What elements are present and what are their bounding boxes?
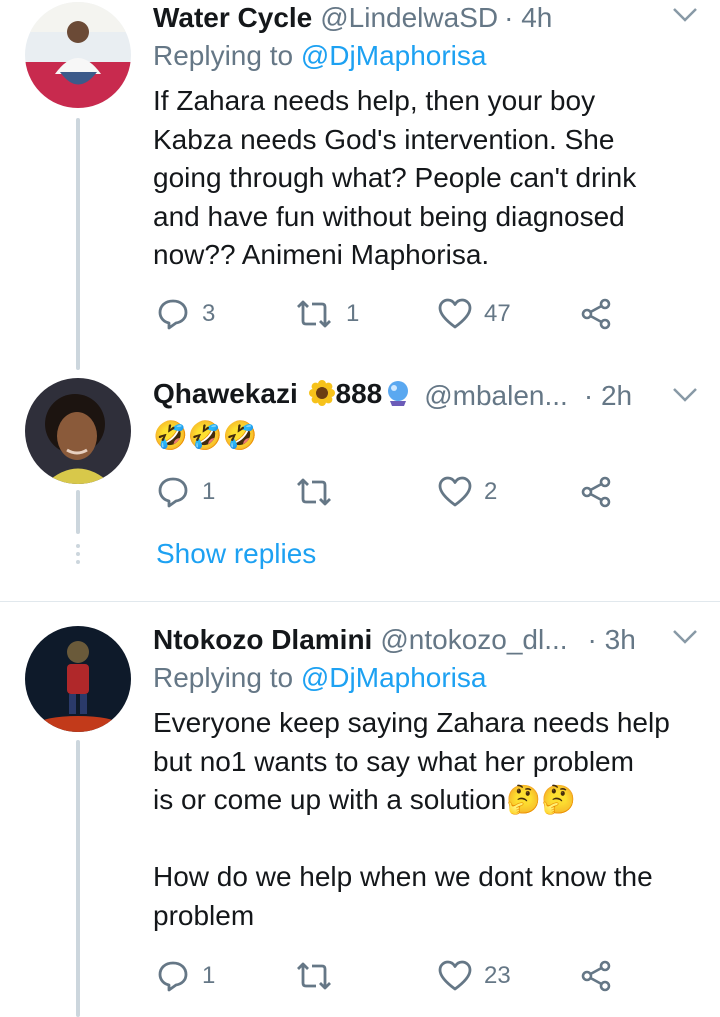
retweet-button[interactable]: 1 [294,294,359,334]
like-count: 2 [484,478,498,505]
share-button[interactable] [580,294,612,334]
display-name-text: Qhawekazi [153,378,298,410]
reply-icon [158,477,188,508]
tweet-text: If Zahara needs help, then your boy Kabz… [153,85,637,270]
divider [0,601,720,602]
retweet-icon [297,300,331,328]
share-icon [581,476,611,508]
sunflower-icon [308,379,336,414]
reply-count: 1 [202,962,216,989]
chevron-down-icon[interactable] [672,386,698,409]
share-button[interactable] [580,956,612,996]
thread-dots [76,544,80,568]
heart-icon [438,298,472,329]
tweet-text: Everyone keep saying Zahara needs help b… [153,707,670,931]
thread-line [76,118,80,370]
tweet[interactable]: Water Cycle @LindelwaSD · 4h Replying to… [0,0,720,370]
thread-line [76,490,80,534]
retweet-icon [297,962,331,990]
tweet-text: 🤣🤣🤣 [153,420,258,451]
timestamp[interactable]: · 4h [504,2,552,34]
like-button[interactable]: 47 [438,294,511,334]
like-button[interactable]: 2 [438,472,497,512]
tweet-header: Water Cycle @LindelwaSD · 4h [153,0,704,36]
reply-button[interactable]: 3 [156,294,215,334]
retweet-icon [297,478,331,506]
retweet-button[interactable] [294,956,346,996]
mention-link[interactable]: @DjMaphorisa [301,40,487,71]
timestamp[interactable]: · 3h [588,624,636,656]
avatar[interactable] [25,626,131,732]
share-button[interactable] [580,472,612,512]
chevron-down-icon[interactable] [672,6,698,29]
reply-count: 1 [202,478,216,505]
thread-line [76,740,80,1017]
like-button[interactable]: 23 [438,956,511,996]
tweet-header: Ntokozo Dlamini @ntokozo_dl... · 3h [153,622,704,658]
replying-prefix: Replying to [153,40,294,71]
mention-link[interactable]: @DjMaphorisa [301,662,487,693]
tweet[interactable]: Ntokozo Dlamini @ntokozo_dl... · 3h Repl… [0,622,720,1017]
timestamp[interactable]: · 2h [584,380,632,412]
reply-button[interactable]: 1 [156,956,215,996]
avatar[interactable] [25,378,131,484]
replying-prefix: Replying to [153,662,294,693]
tweet-actions: 1 2 [156,472,626,512]
heart-icon [438,476,472,507]
retweet-count: 1 [346,300,360,327]
tweet-header: Qhawekazi 888 @mbalen... · 2h [153,378,704,414]
avatar[interactable] [25,2,131,108]
retweet-button[interactable] [294,472,346,512]
reply-icon [158,961,188,992]
reply-count: 3 [202,300,216,327]
replying-to: Replying to @DjMaphorisa [153,662,486,694]
share-icon [581,960,611,992]
display-name[interactable]: Ntokozo Dlamini [153,624,372,656]
user-handle[interactable]: @mbalen... [424,380,568,412]
show-replies-link[interactable]: Show replies [156,538,316,570]
display-name[interactable]: Water Cycle [153,2,312,34]
heart-icon [438,960,472,991]
display-name[interactable]: Qhawekazi 888 [153,378,412,413]
reply-button[interactable]: 1 [156,472,215,512]
like-count: 23 [484,962,511,989]
crystal-ball-icon [384,379,412,414]
user-handle[interactable]: @ntokozo_dl... [380,624,567,656]
chevron-down-icon[interactable] [672,628,698,651]
tweet-actions: 3 1 47 [156,294,626,334]
reply-icon [158,299,188,330]
like-count: 47 [484,300,511,327]
user-handle[interactable]: @LindelwaSD [320,2,498,34]
replying-to: Replying to @DjMaphorisa [153,40,486,72]
tweet[interactable]: Qhawekazi 888 @mbalen... · 2h 🤣🤣🤣 1 2 Sh… [0,372,720,590]
share-icon [581,298,611,330]
tweet-actions: 1 23 [156,956,626,996]
display-name-suffix: 888 [335,378,383,410]
